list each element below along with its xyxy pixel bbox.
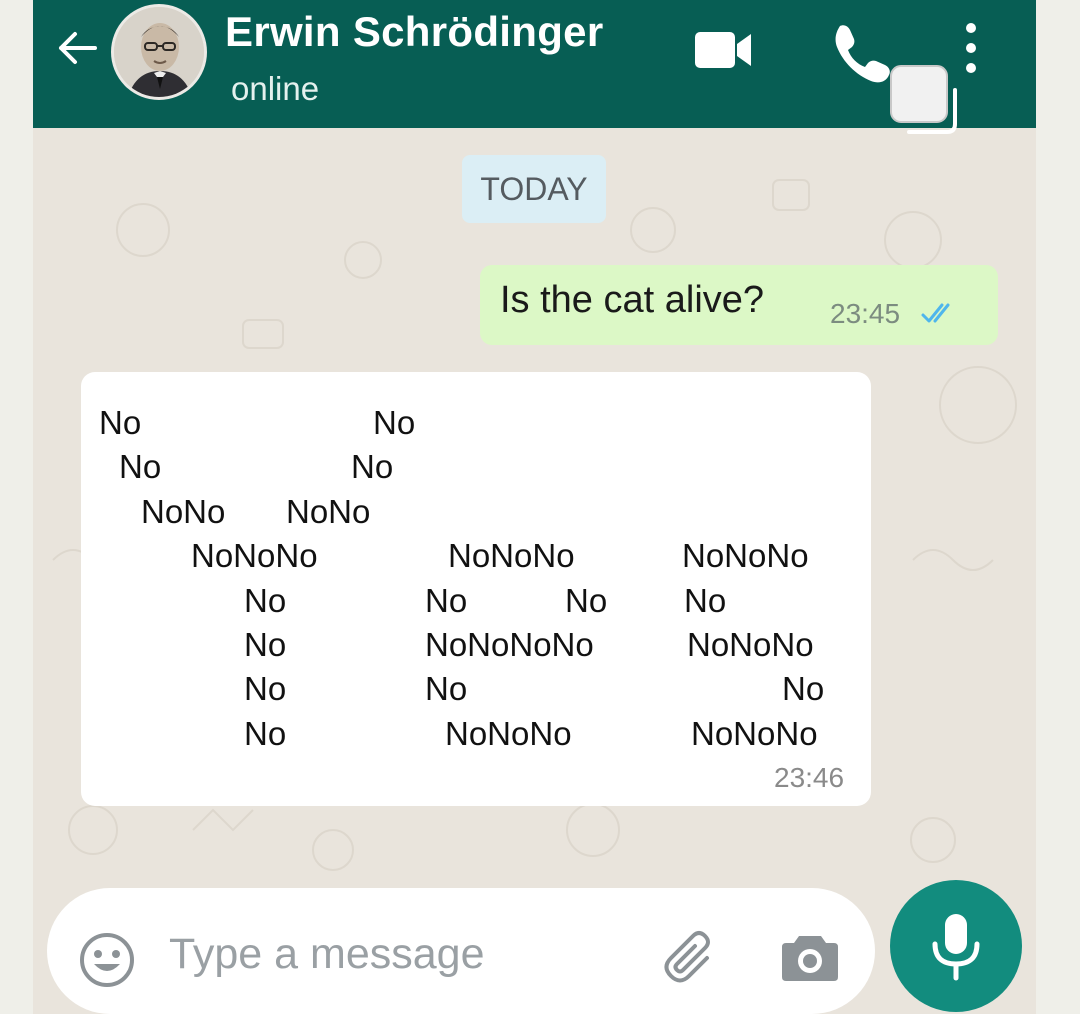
message-text: Is the cat alive? <box>500 279 765 321</box>
art-text: No <box>425 670 468 707</box>
back-arrow-icon[interactable] <box>51 22 103 74</box>
art-text: NoNo <box>141 493 226 530</box>
art-text: NoNoNo <box>191 537 318 574</box>
art-text: No <box>99 404 142 441</box>
art-text: No <box>244 626 287 663</box>
avatar-portrait <box>114 7 204 97</box>
art-text: No <box>244 670 287 707</box>
art-text: NoNoNoNo <box>425 626 594 663</box>
read-ticks-icon <box>921 303 950 323</box>
art-text: NoNoNo <box>448 537 575 574</box>
composer-bar <box>47 888 875 1014</box>
art-text: No <box>119 448 162 485</box>
attach-icon[interactable] <box>659 928 721 990</box>
video-call-icon[interactable] <box>693 28 755 72</box>
mic-icon <box>932 914 980 981</box>
art-text: No <box>244 715 287 752</box>
emoji-icon[interactable] <box>79 932 135 988</box>
message-time: 23:45 <box>830 298 901 329</box>
art-text: No <box>782 670 825 707</box>
art-text: No <box>373 404 416 441</box>
mic-button[interactable] <box>890 880 1022 1012</box>
chat-screen: Erwin Schrödinger online TODAY Is the ca… <box>33 0 1036 1014</box>
art-text: NoNoNo <box>682 537 809 574</box>
phone-icon[interactable] <box>826 20 890 84</box>
art-text: NoNoNo <box>445 715 572 752</box>
message-input[interactable] <box>167 918 571 990</box>
art-text: NoNoNo <box>687 626 814 663</box>
outgoing-message[interactable]: Is the cat alive? 23:45 <box>480 265 998 345</box>
art-text: No <box>351 448 394 485</box>
avatar[interactable] <box>111 4 207 100</box>
art-text: No <box>425 582 468 619</box>
pip-window-icon[interactable] <box>885 60 965 140</box>
art-text: No <box>684 582 727 619</box>
art-text: No <box>244 582 287 619</box>
art-text: No <box>565 582 608 619</box>
date-chip: TODAY <box>462 155 606 223</box>
camera-icon[interactable] <box>781 930 839 984</box>
art-text: NoNoNo <box>691 715 818 752</box>
incoming-message[interactable]: No No No No NoNo NoNo NoNoNo NoNoNo NoNo… <box>81 372 871 806</box>
message-time: 23:46 <box>774 762 845 793</box>
contact-status: online <box>231 70 320 107</box>
art-text: NoNo <box>286 493 371 530</box>
contact-name[interactable]: Erwin Schrödinger <box>225 8 604 56</box>
